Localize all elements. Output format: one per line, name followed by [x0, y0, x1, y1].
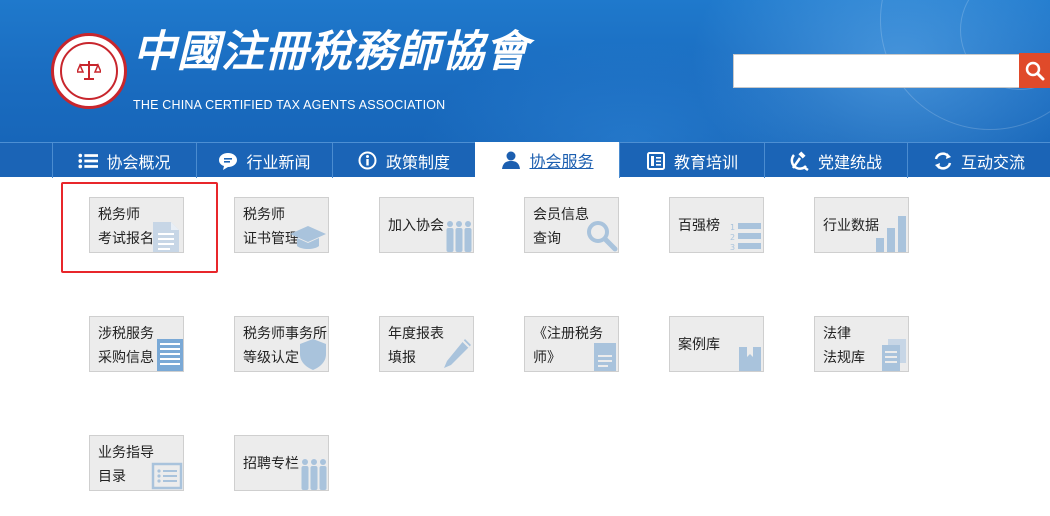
search-button[interactable] [1019, 53, 1050, 88]
nav-item-policy[interactable]: 政策制度 [332, 143, 475, 178]
search-box [733, 54, 1020, 88]
hammer-sickle-icon [790, 150, 810, 171]
nav-item-news[interactable]: 行业新闻 [196, 143, 332, 178]
magazine-icon [594, 343, 616, 371]
nav-item-education[interactable]: 教育培训 [619, 143, 764, 178]
shield-icon [300, 339, 326, 370]
tile-law-library[interactable]: 法律 法规库 [814, 316, 909, 372]
tile-annual-report[interactable]: 年度报表 填报 [379, 316, 474, 372]
bookmark-book-icon [739, 347, 761, 371]
tile-top-hundred[interactable]: 百强榜 123 [669, 197, 764, 253]
nav-item-party[interactable]: 党建统战 [764, 143, 907, 178]
search-icon [1025, 61, 1044, 80]
nav-label: 协会概况 [106, 152, 171, 172]
tile-member-query[interactable]: 会员信息 查询 [524, 197, 619, 253]
search-input[interactable] [734, 55, 1019, 87]
tile-label: 业务指导 目录 [98, 445, 154, 485]
svg-text:3: 3 [730, 243, 735, 252]
site-subtitle: THE CHINA CERTIFIED TAX AGENTS ASSOCIATI… [133, 98, 446, 112]
people-group-icon [446, 221, 472, 252]
svg-text:2: 2 [730, 233, 735, 242]
exchange-arrows-icon [933, 151, 953, 171]
pencil-icon [444, 339, 471, 368]
tile-industry-data[interactable]: 行业数据 [814, 197, 909, 253]
catalog-list-icon [151, 462, 183, 490]
tile-label: 法律 法规库 [823, 326, 865, 366]
nav-item-interaction[interactable]: 互动交流 [907, 143, 1050, 178]
tile-firm-rating[interactable]: 税务师事务所 等级认定 [234, 316, 329, 372]
tile-label: 涉税服务 采购信息 [98, 326, 154, 366]
nav-label: 党建统战 [817, 152, 882, 172]
tile-recruitment[interactable]: 招聘专栏 [234, 435, 329, 491]
tile-label: 案例库 [678, 337, 720, 353]
nav-label: 教育培训 [673, 152, 738, 172]
user-icon [501, 150, 521, 170]
document-icon [153, 222, 179, 252]
tile-label: 税务师 考试报名 [98, 207, 154, 247]
graduation-cap-icon [290, 226, 326, 249]
list-menu-icon [78, 151, 99, 171]
chat-bubble-icon [218, 151, 238, 171]
tile-join-association[interactable]: 加入协会 [379, 197, 474, 253]
tile-label: 招聘专栏 [243, 456, 299, 472]
tile-label: 年度报表 填报 [388, 326, 444, 366]
tile-business-guide[interactable]: 业务指导 目录 [89, 435, 184, 491]
ranking-list-icon: 123 [730, 223, 761, 252]
site-header: 中國注冊稅務師協會 THE CHINA CERTIFIED TAX AGENTS… [0, 0, 1050, 142]
tile-magazine[interactable]: 《注册税务师》杂志 [524, 316, 619, 372]
scales-of-justice-icon [75, 58, 103, 82]
tile-procurement-info[interactable]: 涉税服务 采购信息 [89, 316, 184, 372]
tile-label: 会员信息 查询 [533, 207, 589, 247]
lined-document-icon [157, 339, 183, 371]
site-title[interactable]: 中國注冊稅務師協會 [133, 22, 529, 82]
tile-case-library[interactable]: 案例库 [669, 316, 764, 372]
nav-item-about[interactable]: 协会概况 [52, 143, 196, 178]
files-icon [882, 339, 906, 371]
nav-label: 互动交流 [960, 152, 1025, 172]
nav-label: 行业新闻 [246, 152, 311, 172]
tile-exam-registration[interactable]: 税务师 考试报名 [89, 197, 184, 253]
nav-label: 协会服务 [529, 152, 594, 171]
svg-text:1: 1 [730, 223, 735, 232]
association-seal-logo[interactable] [51, 33, 127, 109]
tile-certificate-management[interactable]: 税务师 证书管理 [234, 197, 329, 253]
people-group-icon [301, 459, 327, 490]
book-icon [646, 151, 666, 171]
tile-label: 百强榜 [678, 218, 720, 234]
bar-chart-icon [876, 216, 906, 252]
magnifier-icon [587, 221, 618, 252]
nav-item-services[interactable]: 协会服务 [475, 142, 619, 178]
tile-label: 加入协会 [388, 218, 444, 234]
main-nav: 协会概况 行业新闻 政策制度 协会服务 教育培训 党建统战 互动交流 [0, 142, 1050, 178]
info-circle-icon [358, 151, 378, 171]
tile-label: 行业数据 [823, 218, 879, 234]
nav-label: 政策制度 [385, 152, 450, 172]
